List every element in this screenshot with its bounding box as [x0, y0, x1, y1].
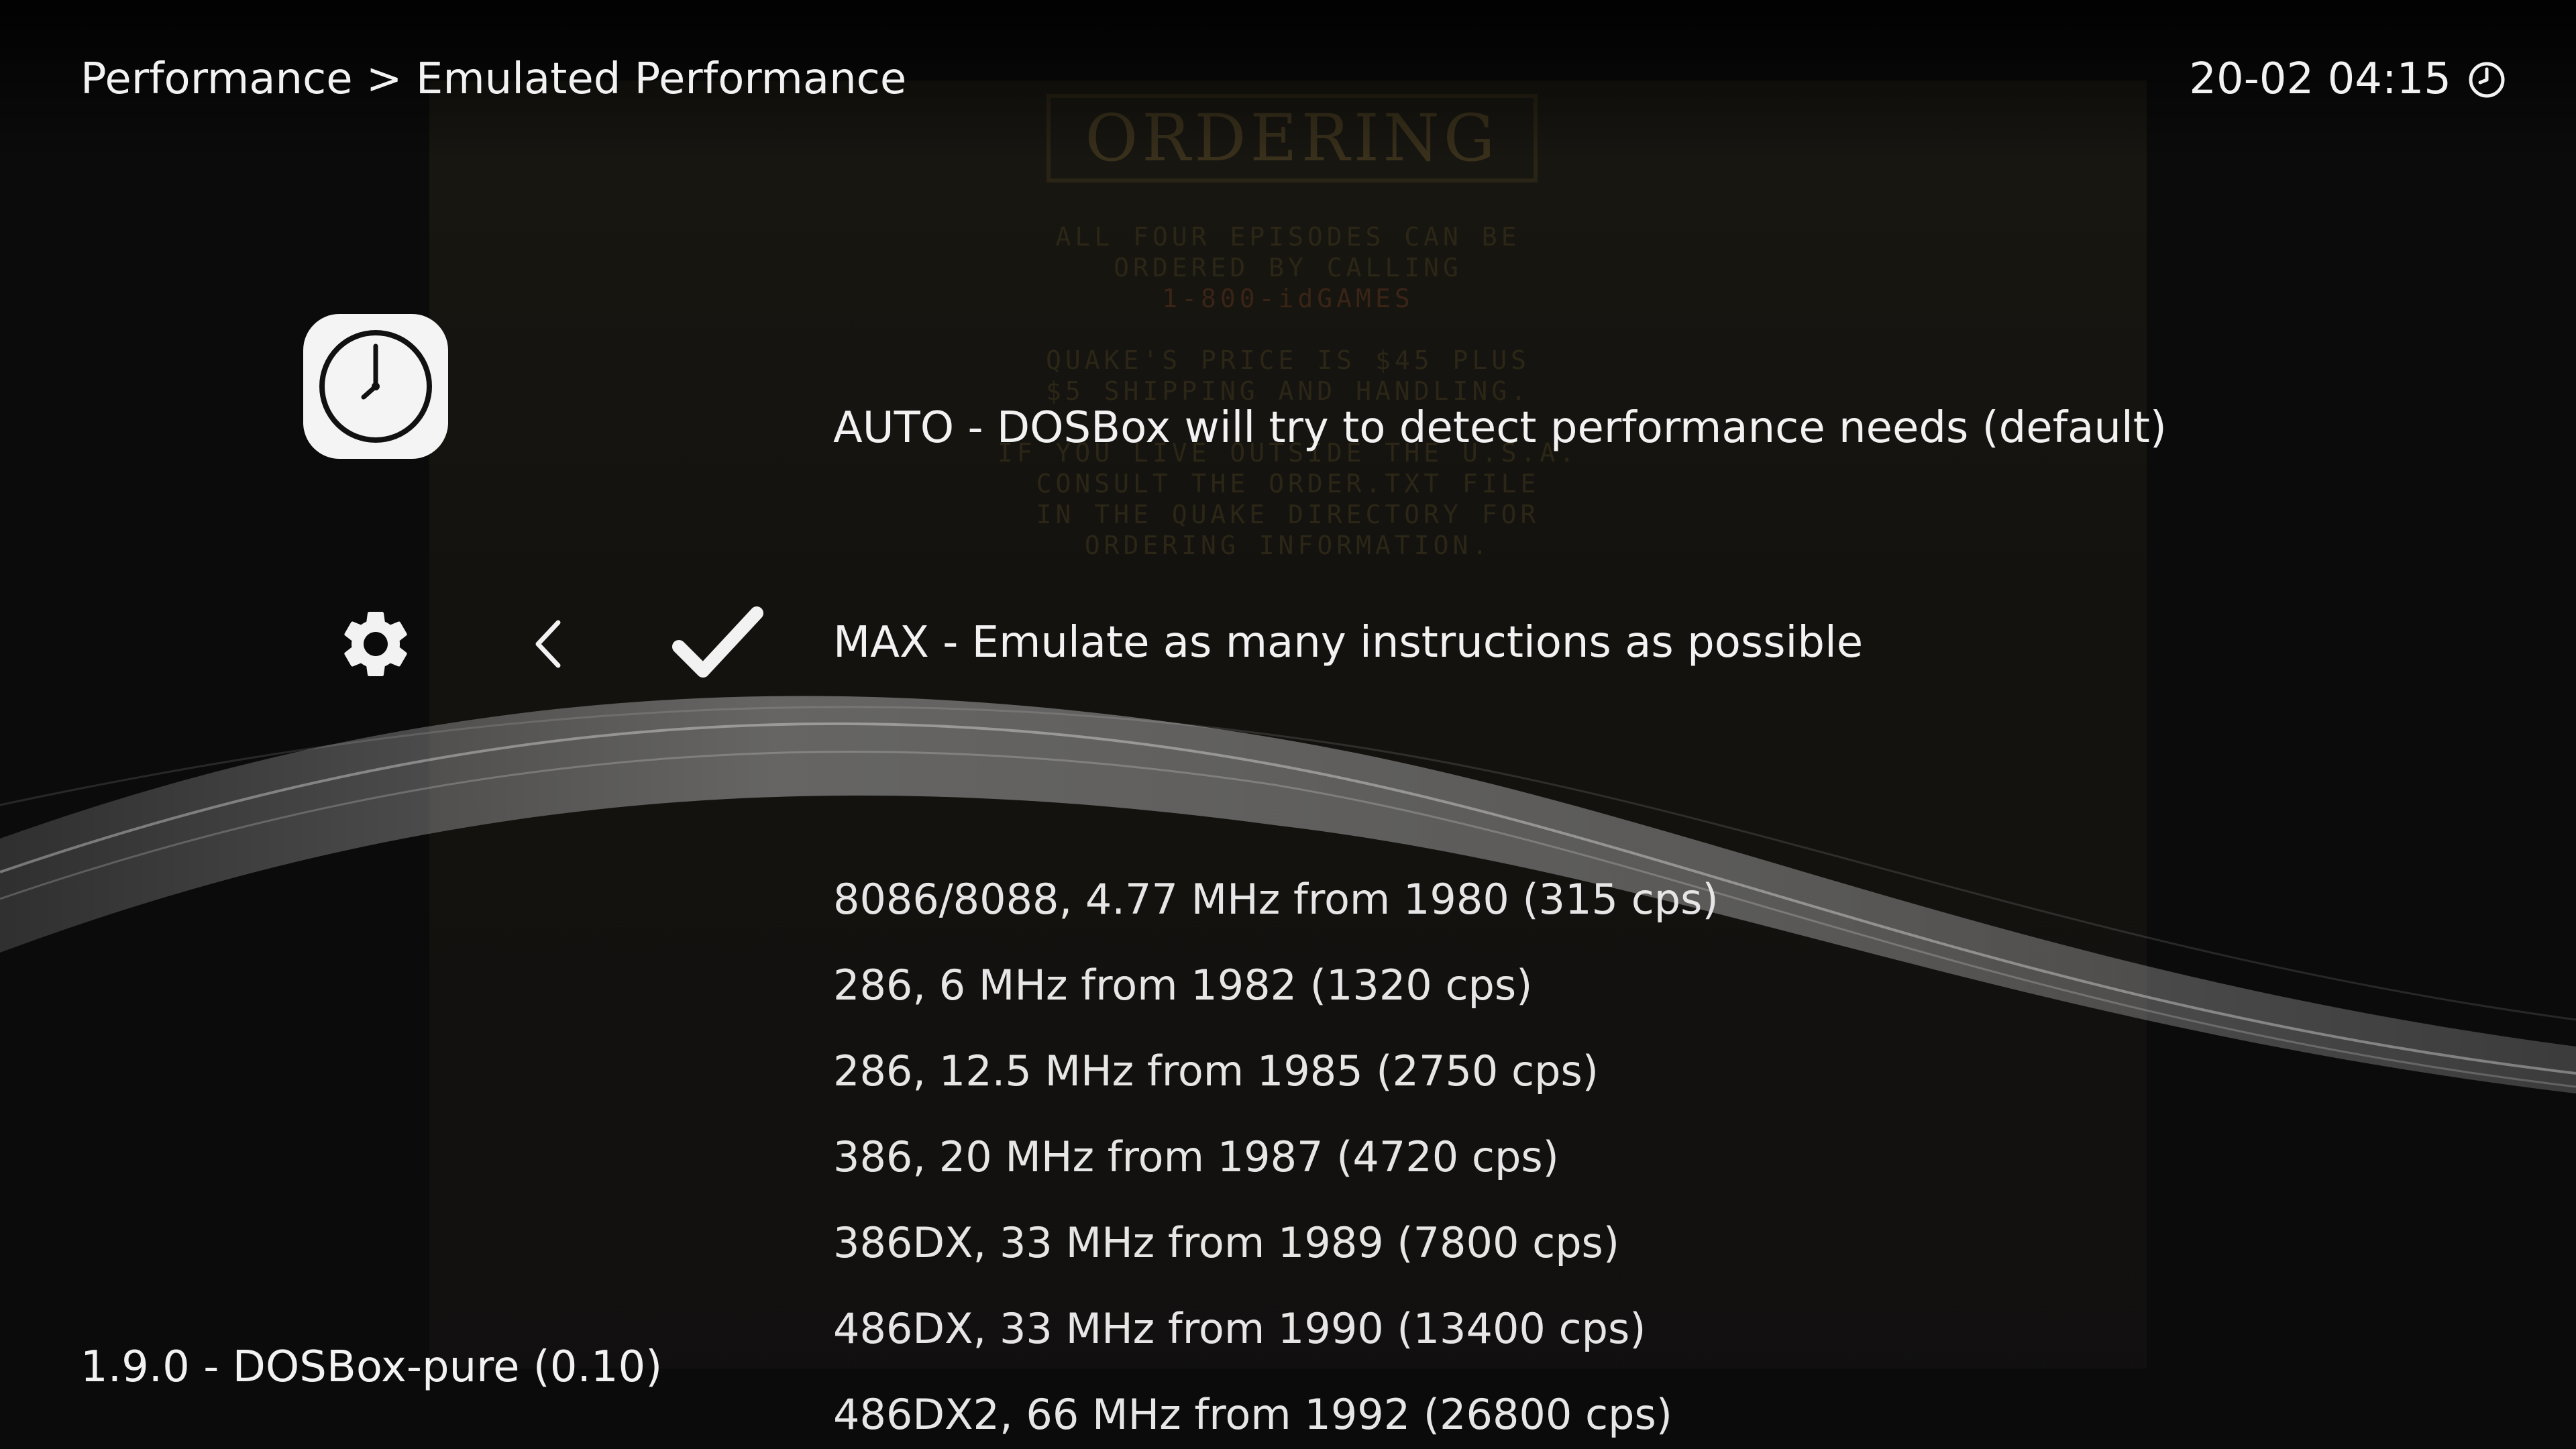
menu-item-auto[interactable]: AUTO - DOSBox will try to detect perform… [833, 401, 2167, 455]
list-item[interactable]: 486DX2, 66 MHz from 1992 (26800 cps) [833, 1389, 1672, 1441]
list-item[interactable]: 286, 12.5 MHz from 1985 (2750 cps) [833, 1045, 1599, 1097]
list-item[interactable]: 386, 20 MHz from 1987 (4720 cps) [833, 1131, 1559, 1183]
gear-icon [344, 612, 407, 676]
clock-app-icon [303, 314, 448, 459]
breadcrumb: Performance > Emulated Performance [80, 54, 907, 104]
list-item[interactable]: 486DX, 33 MHz from 1990 (13400 cps) [833, 1303, 1646, 1355]
list-item[interactable]: 286, 6 MHz from 1982 (1320 cps) [833, 959, 1532, 1012]
clock-icon [2469, 62, 2505, 98]
list-item[interactable]: 8086/8088, 4.77 MHz from 1980 (315 cps) [833, 873, 1719, 926]
list-item[interactable]: 386DX, 33 MHz from 1989 (7800 cps) [833, 1217, 1619, 1269]
version-label: 1.9.0 - DOSBox-pure (0.10) [80, 1342, 663, 1392]
checkmark-icon [672, 606, 763, 678]
menu-item-max[interactable]: MAX - Emulate as many instructions as po… [833, 616, 1863, 669]
datetime-display: 20-02 04:15 [2189, 54, 2451, 104]
chevron-left-icon[interactable] [527, 616, 568, 672]
